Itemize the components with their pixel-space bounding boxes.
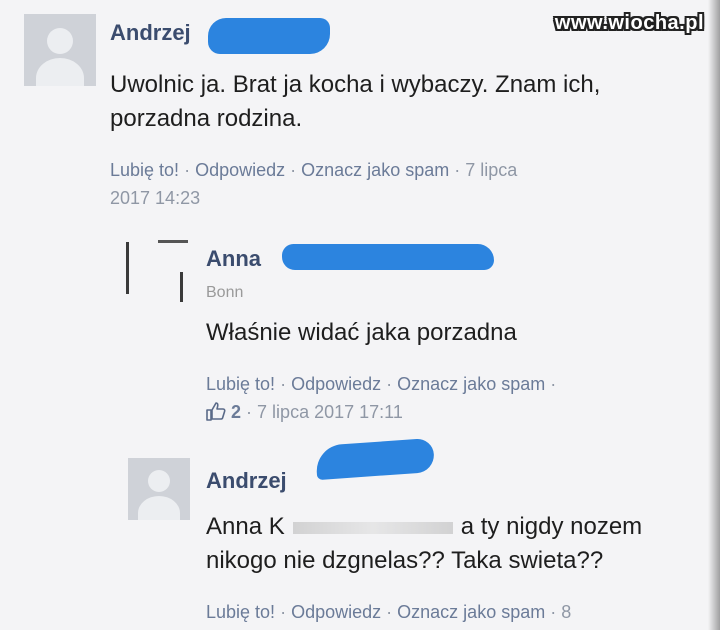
- comment-text: Uwolnic ja. Brat ja kocha i wybaczy. Zna…: [110, 71, 601, 132]
- comment-author[interactable]: Andrzej: [110, 20, 191, 46]
- timestamp: 8: [561, 602, 572, 622]
- avatar: [24, 14, 96, 86]
- reply-indicator: [180, 272, 183, 302]
- reply-indicator: [126, 242, 129, 294]
- comment-actions: Lubię to! · Odpowiedz · Oznacz jako spam…: [110, 160, 518, 208]
- watermark: www.wiocha.pl: [554, 12, 704, 34]
- redacted-surname: [314, 437, 436, 481]
- thumbs-up-icon[interactable]: [206, 402, 231, 422]
- redacted-surname: [208, 18, 330, 54]
- likes-count: 2: [231, 402, 242, 422]
- comment-author[interactable]: Andrzej: [206, 468, 287, 494]
- reply-link[interactable]: Odpowiedz: [291, 602, 381, 622]
- like-link[interactable]: Lubię to!: [206, 374, 275, 394]
- timestamp: 7 lipca 2017 17:11: [257, 402, 403, 422]
- comment-text: Anna Ka ty nigdy nozem nikogo nie dzgnel…: [206, 513, 643, 574]
- avatar: [128, 458, 190, 520]
- spam-link[interactable]: Oznacz jako spam: [397, 602, 545, 622]
- timestamp: 7 lipca: [465, 160, 518, 180]
- comment-author[interactable]: Anna: [206, 246, 261, 272]
- like-link[interactable]: Lubię to!: [110, 160, 179, 180]
- reply-link[interactable]: Odpowiedz: [195, 160, 285, 180]
- comment-actions: Lubię to! · Odpowiedz · Oznacz jako spam…: [206, 602, 572, 622]
- spam-link[interactable]: Oznacz jako spam: [397, 374, 545, 394]
- redacted-surname: [282, 244, 494, 270]
- like-link[interactable]: Lubię to!: [206, 602, 275, 622]
- spam-link[interactable]: Oznacz jako spam: [301, 160, 449, 180]
- comment-actions: Lubię to! · Odpowiedz · Oznacz jako spam…: [206, 374, 557, 422]
- timestamp-cont: 2017 14:23: [110, 188, 201, 208]
- comment-location: Bonn: [206, 284, 244, 301]
- comment-text: Właśnie widać jaka porzadna: [206, 319, 517, 346]
- reply-link[interactable]: Odpowiedz: [291, 374, 381, 394]
- obscured-text: [292, 521, 453, 534]
